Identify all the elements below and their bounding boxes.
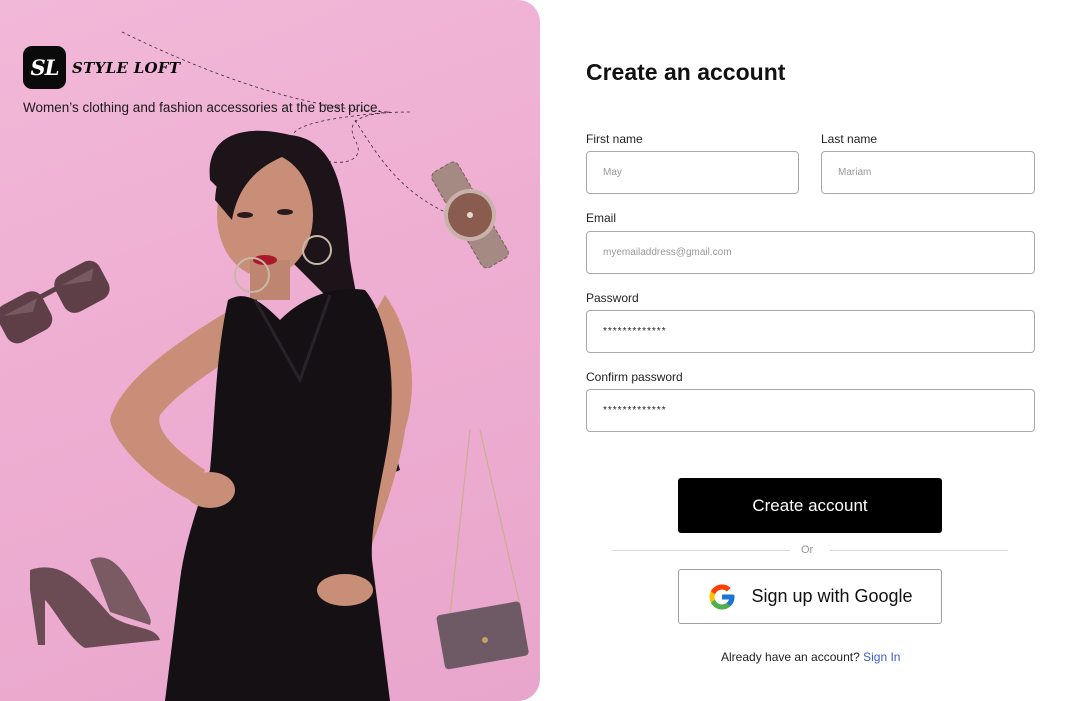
password-input[interactable]: [586, 310, 1035, 353]
sunglasses-icon: [0, 260, 110, 344]
divider-line-right: [830, 550, 1008, 551]
email-input[interactable]: [586, 231, 1035, 274]
high-heels-icon: [30, 557, 160, 648]
last-name-input[interactable]: [821, 151, 1035, 194]
first-name-input[interactable]: [586, 151, 799, 194]
hero-panel: SL STYLE LOFT Women’s clothing and fashi…: [0, 0, 540, 701]
wristwatch-icon: [431, 161, 509, 269]
create-account-button[interactable]: Create account: [678, 478, 942, 533]
signin-prompt-row: Already have an account? Sign In: [721, 650, 900, 664]
confirm-password-input[interactable]: [586, 389, 1035, 432]
brand-tagline: Women’s clothing and fashion accessories…: [23, 100, 382, 115]
divider-or: Or: [801, 544, 814, 556]
page-title: Create an account: [586, 59, 786, 85]
divider-line-left: [612, 550, 790, 551]
brand-name: STYLE LOFT: [72, 58, 181, 77]
google-icon: [709, 584, 735, 609]
handbag-icon: [436, 429, 529, 670]
google-signup-label: Sign up with Google: [751, 586, 913, 606]
brand: SL STYLE LOFT: [23, 46, 180, 89]
google-signup-button[interactable]: Sign up with Google: [678, 569, 942, 624]
confirm-password-label: Confirm password: [586, 370, 683, 384]
signin-prompt: Already have an account?: [721, 650, 860, 664]
model-figure: [110, 130, 413, 701]
email-label: Email: [586, 211, 617, 225]
signin-link[interactable]: Sign In: [863, 650, 900, 664]
last-name-label: Last name: [821, 132, 878, 146]
brand-logo: SL: [23, 46, 66, 89]
dashed-line: [354, 119, 446, 213]
first-name-label: First name: [586, 132, 643, 146]
password-label: Password: [586, 291, 639, 305]
